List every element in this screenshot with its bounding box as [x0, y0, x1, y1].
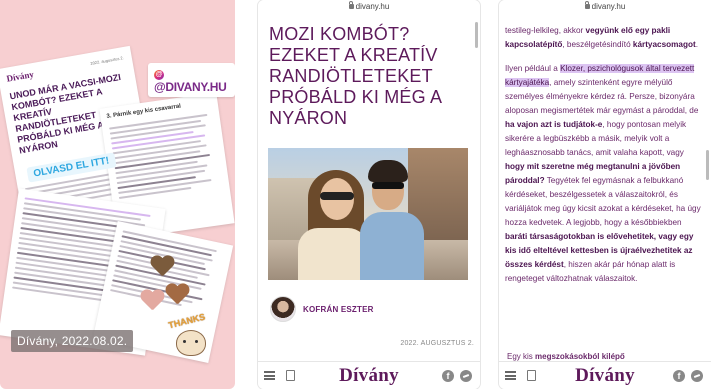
author-name[interactable]: KOFRÁN ESZTER — [303, 305, 374, 314]
thanks-cat-sticker: THANKS — [167, 312, 212, 366]
scrollbar-thumb[interactable] — [706, 150, 709, 180]
messenger-icon[interactable] — [691, 370, 703, 382]
lock-icon — [348, 1, 354, 9]
heart-sticker-icon — [150, 256, 174, 278]
messenger-icon[interactable] — [460, 370, 472, 382]
article-date: 2022. AUGUSZTUS 2. — [400, 340, 474, 347]
card-date: 2022. augusztus 2. — [89, 55, 125, 66]
heart-sticker-icon — [165, 284, 189, 306]
browser-screenshot-article-body: divany.hu testileg-lelkileg, akkor vegyü… — [499, 0, 711, 389]
paragraph: Ilyen például a Klozer, pszichológusok á… — [505, 64, 701, 283]
article-hero-photo — [268, 148, 468, 280]
url-bar[interactable]: divany.hu — [258, 0, 480, 14]
article-title: MOZI KOMBÓT? EZEKET A KREATÍV RANDIÖTLET… — [269, 24, 442, 128]
article-body: testileg-lelkileg, akkor vegyünk elő egy… — [505, 10, 705, 296]
scrollbar-thumb[interactable] — [475, 22, 478, 48]
card-logo: Dívány — [5, 69, 35, 84]
story-date-label: Dívány, 2022.08.02. — [11, 330, 134, 352]
url-text: divany.hu — [355, 2, 390, 11]
url-bar[interactable]: divany.hu — [499, 0, 711, 14]
card-subhead: 3. Párnik egy kis csavarral — [106, 103, 182, 120]
paragraph-start: Egy kis megszokásokból kilépő — [507, 352, 625, 361]
facebook-icon[interactable]: f — [442, 370, 454, 382]
mention-sticker[interactable]: @@DIVANY.HU — [148, 63, 235, 97]
facebook-icon[interactable]: f — [673, 370, 685, 382]
instagram-story: Dívány 2022. augusztus 2. UNOD MÁR A VAC… — [0, 0, 235, 389]
browser-screenshot-article-top: divany.hu MOZI KOMBÓT? EZEKET A KREATÍV … — [258, 0, 480, 389]
card-text-lines — [109, 113, 222, 202]
heart-sticker-icon — [140, 290, 164, 312]
lock-icon — [584, 1, 590, 9]
instagram-icon: @ — [154, 70, 164, 80]
author-avatar[interactable] — [270, 296, 296, 322]
mention-text: @DIVANY.HU — [154, 80, 227, 94]
paragraph: testileg-lelkileg, akkor vegyünk elő egy… — [505, 26, 698, 49]
bottom-nav-bar: Dívány f — [499, 361, 711, 389]
bottom-nav-bar: Dívány f — [258, 361, 480, 389]
cat-icon — [176, 330, 206, 356]
url-text: divany.hu — [591, 2, 626, 11]
